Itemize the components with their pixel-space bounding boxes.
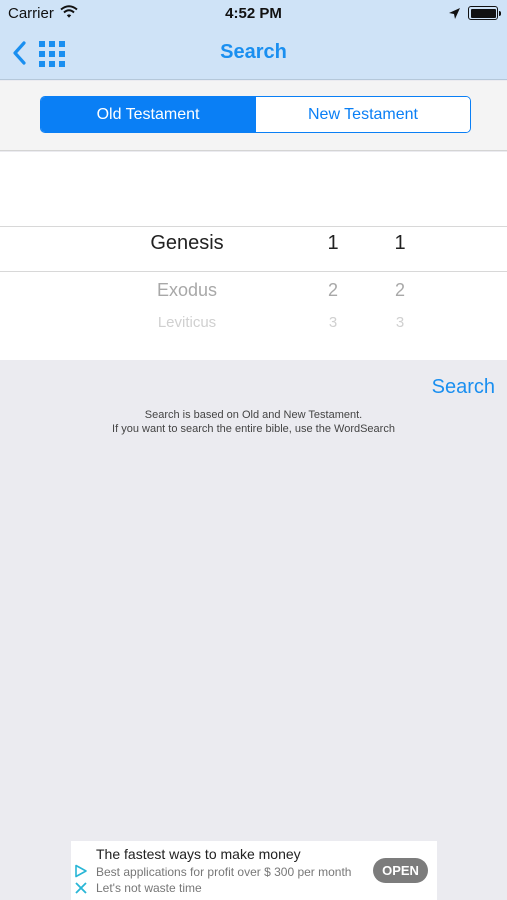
picker-chapter: 2 (327, 280, 338, 300)
battery-icon (468, 6, 501, 20)
segment-new-testament[interactable]: New Testament (255, 97, 470, 132)
ad-open-button[interactable]: OPEN (373, 858, 428, 883)
picker-book: Genesis (150, 232, 224, 254)
picker-chapter: 1 (327, 232, 339, 254)
segment-old-testament[interactable]: Old Testament (41, 97, 255, 132)
ad-title: The fastest ways to make money (96, 846, 301, 862)
ad-banner[interactable]: The fastest ways to make money Best appl… (71, 841, 437, 900)
picker-book: Leviticus (157, 314, 217, 331)
ad-close-icon[interactable] (75, 881, 87, 899)
testament-selector-area: Old Testament New Testament (0, 81, 507, 151)
page-title: Search (220, 41, 287, 63)
picker-verse: 3 (395, 314, 405, 331)
status-time: 4:52 PM (225, 5, 282, 22)
picker-verse: 2 (394, 280, 405, 300)
search-button[interactable]: Search (432, 376, 495, 399)
location-arrow-icon (448, 7, 461, 24)
picker-row[interactable]: Leviticus 3 3 (0, 314, 507, 354)
picker-book: Exodus (156, 280, 218, 300)
status-bar: Carrier 4:52 PM (0, 0, 507, 28)
ad-description: Best applications for profit over $ 300 … (96, 865, 352, 879)
ad-tagline: Let's not waste time (96, 881, 202, 895)
testament-segmented-control: Old Testament New Testament (40, 96, 471, 133)
picker-chapter: 3 (328, 314, 338, 331)
verse-picker[interactable]: Genesis 1 1 Exodus 2 2 Leviticus 3 3 (0, 152, 507, 360)
picker-verse: 1 (394, 232, 406, 254)
picker-selection-top-line (0, 226, 507, 227)
navigation-bar: Search (0, 28, 507, 80)
note-line-2: If you want to search the entire bible, … (112, 423, 395, 435)
search-info-note: Search is based on Old and New Testament… (0, 408, 507, 436)
picker-row-selected[interactable]: Genesis 1 1 (0, 232, 507, 272)
note-line-1: Search is based on Old and New Testament… (144, 409, 363, 421)
